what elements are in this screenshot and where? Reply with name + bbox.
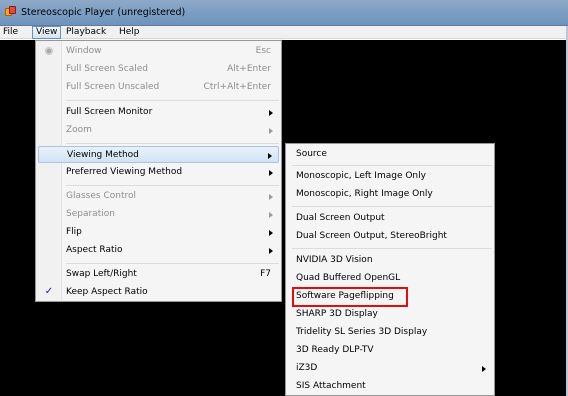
submenu-item-nvidia-3d-vision[interactable]: NVIDIA 3D Vision xyxy=(288,252,492,269)
submenu-item-quad-buffered-opengl[interactable]: Quad Buffered OpenGL xyxy=(288,270,492,287)
menu-file[interactable]: File xyxy=(3,26,18,39)
menu-help[interactable]: Help xyxy=(119,26,140,39)
menu-separator xyxy=(292,165,492,166)
app-logo-icon xyxy=(5,6,17,18)
submenu-item-mono-left[interactable]: Monoscopic, Left Image Only xyxy=(288,168,492,185)
window-title: Stereoscopic Player (unregistered) xyxy=(21,7,186,18)
menu-item-flip[interactable]: Flip xyxy=(38,224,279,241)
menu-separator xyxy=(66,263,279,264)
submenu-item-source[interactable]: Source xyxy=(288,146,492,163)
menu-separator xyxy=(292,206,492,207)
title-bar: Stereoscopic Player (unregistered) xyxy=(0,0,568,26)
menu-bar: File View Playback Help xyxy=(0,26,568,39)
submenu-arrow-icon xyxy=(269,212,273,218)
menu-separator xyxy=(66,143,279,144)
submenu-item-dual-screen-stereobright[interactable]: Dual Screen Output, StereoBright xyxy=(288,228,492,245)
submenu-item-dual-screen[interactable]: Dual Screen Output xyxy=(288,210,492,227)
menu-item-window[interactable]: Window Esc xyxy=(38,43,279,60)
menu-item-preferred-viewing-method[interactable]: Preferred Viewing Method xyxy=(38,164,279,181)
menu-item-full-screen-scaled[interactable]: Full Screen Scaled Alt+Enter xyxy=(38,61,279,78)
menu-separator xyxy=(66,100,279,101)
menu-item-keep-aspect-ratio[interactable]: ✓ Keep Aspect Ratio xyxy=(38,284,279,301)
menu-item-full-screen-unscaled[interactable]: Full Screen Unscaled Ctrl+Alt+Enter xyxy=(38,79,279,96)
annotation-highlight-box xyxy=(292,287,408,307)
menu-view[interactable]: View xyxy=(32,26,62,39)
menu-item-aspect-ratio[interactable]: Aspect Ratio xyxy=(38,242,279,259)
submenu-item-sharp-3d-display[interactable]: SHARP 3D Display xyxy=(288,306,492,323)
submenu-arrow-icon xyxy=(268,153,272,159)
menu-item-separation[interactable]: Separation xyxy=(38,206,279,223)
menu-playback[interactable]: Playback xyxy=(66,26,106,39)
checkmark-icon: ✓ xyxy=(44,286,54,297)
submenu-arrow-icon xyxy=(269,194,273,200)
radio-icon xyxy=(45,47,53,55)
viewing-method-submenu: Source Monoscopic, Left Image Only Monos… xyxy=(285,143,495,396)
submenu-item-tridelity[interactable]: Tridelity SL Series 3D Display xyxy=(288,324,492,341)
submenu-arrow-icon xyxy=(482,366,486,372)
menu-item-full-screen-monitor[interactable]: Full Screen Monitor xyxy=(38,104,279,121)
menu-item-viewing-method[interactable]: Viewing Method xyxy=(38,146,279,163)
menu-item-zoom[interactable]: Zoom xyxy=(38,122,279,139)
menu-separator xyxy=(66,185,279,186)
view-menu: Window Esc Full Screen Scaled Alt+Enter … xyxy=(35,40,282,302)
submenu-arrow-icon xyxy=(269,248,273,254)
submenu-item-iz3d[interactable]: iZ3D xyxy=(288,360,492,377)
menu-separator xyxy=(292,248,492,249)
submenu-arrow-icon xyxy=(269,170,273,176)
submenu-item-sis-attachment[interactable]: SIS Attachment xyxy=(288,378,492,395)
submenu-arrow-icon xyxy=(269,230,273,236)
submenu-arrow-icon xyxy=(269,110,273,116)
submenu-item-mono-right[interactable]: Monoscopic, Right Image Only xyxy=(288,186,492,203)
menu-item-swap-left-right[interactable]: Swap Left/Right F7 xyxy=(38,266,279,283)
menu-item-glasses-control[interactable]: Glasses Control xyxy=(38,188,279,205)
submenu-item-3d-ready-dlp-tv[interactable]: 3D Ready DLP-TV xyxy=(288,342,492,359)
submenu-arrow-icon xyxy=(269,128,273,134)
